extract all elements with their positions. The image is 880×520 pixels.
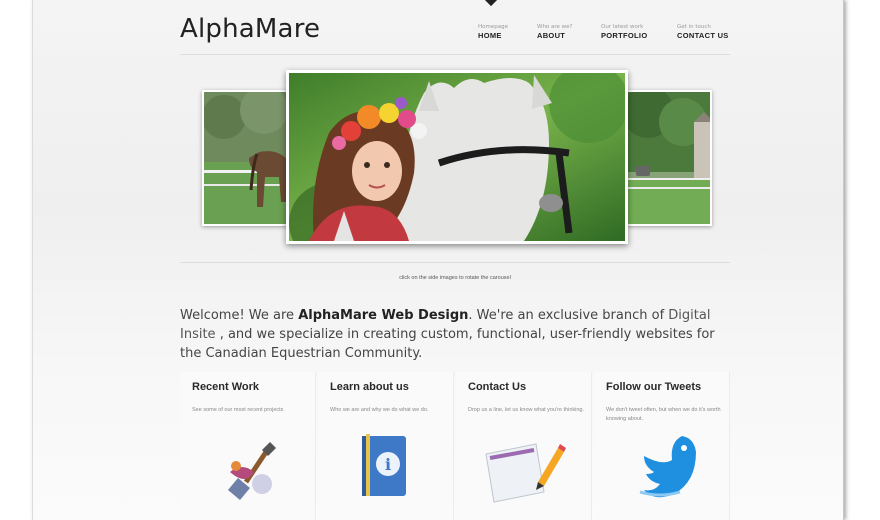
follow-tweets-column[interactable]: Follow our Tweets We don't tweet often, … bbox=[594, 372, 730, 520]
carousel-main-image[interactable] bbox=[286, 70, 628, 244]
nav-label-home: HOME bbox=[478, 31, 502, 40]
nav-sub-contact: Get in touch bbox=[677, 24, 711, 30]
nav-item-about[interactable]: Who are we? ABOUT bbox=[537, 24, 572, 41]
header-divider bbox=[180, 54, 730, 55]
follow-tweets-title: Follow our Tweets bbox=[606, 381, 702, 393]
envelope-pencil-icon bbox=[485, 443, 566, 503]
learn-about-desc: Who we are and why we do what we do. bbox=[330, 407, 429, 413]
learn-about-title: Learn about us bbox=[330, 381, 409, 393]
learn-about-column[interactable]: Learn about us Who we are and why we do … bbox=[318, 372, 454, 520]
recent-work-column[interactable]: Recent Work See some of our most recent … bbox=[180, 372, 316, 520]
nav-sub-portfolio: Our latest work bbox=[601, 24, 644, 30]
info-book-icon: i bbox=[362, 434, 406, 496]
follow-tweets-desc: We don't tweet often, but when we do it'… bbox=[606, 407, 721, 422]
site-logo[interactable]: AlphaMare bbox=[180, 14, 320, 44]
carousel-left-image[interactable] bbox=[202, 90, 288, 226]
twitter-bird-icon bbox=[639, 436, 696, 498]
nav-item-contact[interactable]: Get in touch CONTACT US bbox=[677, 24, 729, 41]
carousel-caption: click on the side images to rotate the c… bbox=[399, 275, 511, 281]
welcome-part1: Welcome! We are bbox=[180, 308, 299, 323]
nav-label-about: ABOUT bbox=[537, 31, 566, 40]
svg-text:i: i bbox=[385, 455, 391, 474]
recent-work-title: Recent Work bbox=[192, 381, 260, 393]
carousel-divider bbox=[180, 262, 730, 263]
contact-title: Contact Us bbox=[468, 381, 527, 393]
carousel-right-image[interactable] bbox=[626, 90, 712, 226]
horse-field-left-photo bbox=[204, 92, 286, 224]
nav-sub-about: Who are we? bbox=[537, 24, 573, 30]
nav-item-home[interactable]: Homepage HOME bbox=[478, 24, 508, 41]
barn-field-right-photo bbox=[628, 92, 710, 224]
paint-brush-icon bbox=[228, 442, 276, 500]
contact-column[interactable]: Contact Us Drop us a line, let us know w… bbox=[456, 372, 592, 520]
welcome-text: Welcome! We are AlphaMare Web Design. We… bbox=[180, 306, 740, 363]
recent-work-desc: See some of our most recent projects bbox=[192, 407, 284, 413]
nav-sub-home: Homepage bbox=[478, 24, 508, 30]
welcome-part2: . We're an exclusive branch of bbox=[468, 308, 669, 323]
welcome-company-name: AlphaMare Web Design bbox=[298, 308, 469, 323]
contact-desc: Drop us a line, let us know what you're … bbox=[468, 407, 584, 413]
nav-item-portfolio[interactable]: Our latest work PORTFOLIO bbox=[601, 24, 647, 41]
nav-label-contact: CONTACT US bbox=[677, 31, 729, 40]
welcome-part3: , and we specialize in creating custom, … bbox=[180, 327, 715, 361]
girl-with-white-horse-photo bbox=[289, 73, 625, 241]
nav-label-portfolio: PORTFOLIO bbox=[601, 31, 648, 40]
